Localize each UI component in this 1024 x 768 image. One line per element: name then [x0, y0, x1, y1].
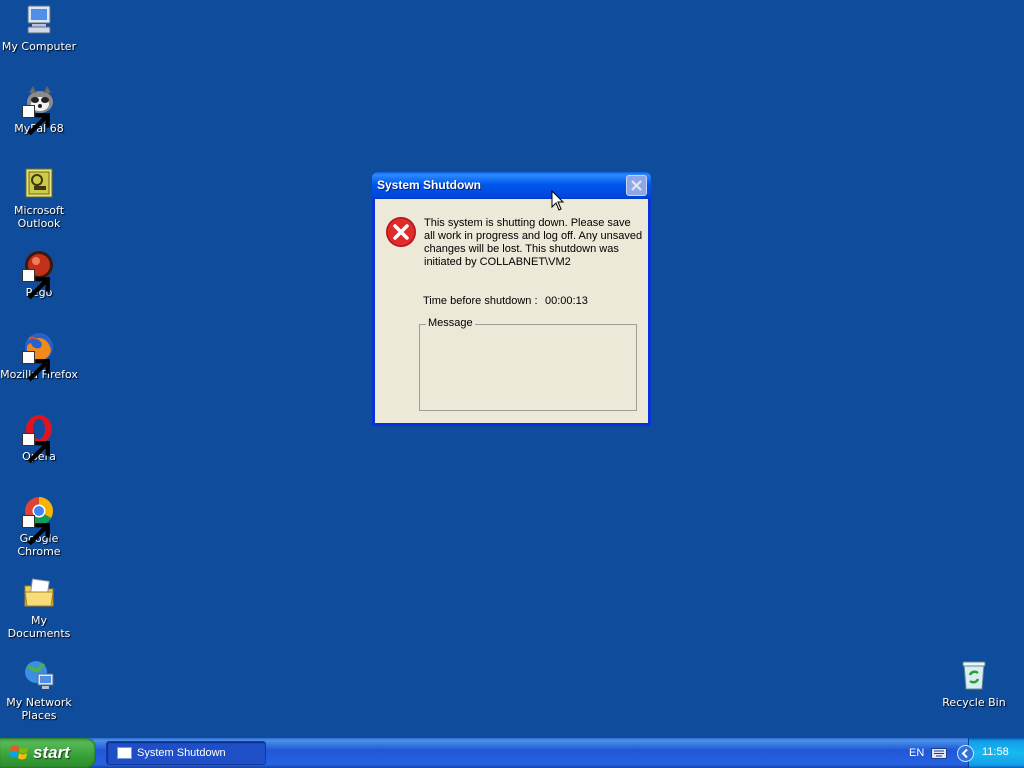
- desktop-icon-outlook[interactable]: Microsoft Outlook: [0, 166, 78, 230]
- pego-icon: [22, 248, 56, 300]
- desktop-icon-firefox[interactable]: Mozilla Firefox: [0, 330, 78, 382]
- dialog-title: System Shutdown: [377, 178, 482, 192]
- shortcut-arrow-icon: [22, 269, 50, 300]
- start-button[interactable]: start: [0, 738, 96, 768]
- time-value: 00:00:13: [545, 295, 588, 307]
- clock[interactable]: 11:58: [982, 746, 1009, 758]
- show-hidden-icons-icon[interactable]: [957, 745, 974, 762]
- message-group-label: Message: [426, 317, 475, 329]
- recycle-bin-icon: [957, 658, 991, 692]
- my-documents-icon: [22, 576, 56, 610]
- mypal-icon: [22, 84, 56, 136]
- start-label: start: [33, 743, 70, 762]
- keyboard-icon[interactable]: [931, 748, 947, 759]
- shortcut-arrow-icon: [22, 515, 50, 546]
- firefox-icon: [22, 330, 56, 382]
- desktop-icon-label: My Documents: [7, 614, 71, 640]
- desktop-icon-recycle-bin[interactable]: Recycle Bin: [935, 658, 1013, 709]
- desktop-icon-label: My Network Places: [6, 696, 72, 722]
- window-icon: [117, 747, 132, 759]
- shortcut-arrow-icon: [22, 433, 50, 464]
- language-indicator[interactable]: EN: [909, 747, 924, 759]
- taskbar: start System Shutdown EN 11:58: [0, 738, 1024, 768]
- system-shutdown-dialog: System Shutdown This system is shutting …: [372, 172, 651, 426]
- desktop-icon-chrome[interactable]: Google Chrome: [0, 494, 78, 558]
- time-before-shutdown: Time before shutdown : 00:00:13: [423, 295, 588, 307]
- taskbar-button-label: System Shutdown: [137, 747, 226, 759]
- desktop-icon-network-places[interactable]: My Network Places: [0, 658, 78, 722]
- opera-icon: [22, 412, 56, 464]
- message-groupbox: Message: [419, 317, 637, 411]
- windows-flag-icon: [10, 745, 28, 760]
- chrome-icon: [22, 494, 56, 546]
- shortcut-arrow-icon: [22, 351, 50, 382]
- shortcut-arrow-icon: [22, 105, 50, 136]
- desktop-icon-my-computer[interactable]: My Computer: [0, 2, 78, 53]
- desktop-icon-mypal[interactable]: MyPal 68: [0, 84, 78, 136]
- dialog-titlebar[interactable]: System Shutdown: [372, 172, 651, 199]
- close-icon: [631, 180, 642, 191]
- network-places-icon: [22, 658, 56, 692]
- close-button[interactable]: [626, 175, 647, 196]
- desktop-icon-label: My Computer: [1, 40, 77, 53]
- outlook-icon: [22, 166, 56, 200]
- taskbar-button-system-shutdown[interactable]: System Shutdown: [106, 741, 266, 765]
- time-label: Time before shutdown :: [423, 295, 538, 307]
- shutdown-message: This system is shutting down. Please sav…: [424, 217, 643, 268]
- error-icon: [386, 217, 416, 247]
- my-computer-icon: [22, 2, 56, 36]
- desktop-icon-label: Microsoft Outlook: [13, 204, 65, 230]
- desktop-icon-my-documents[interactable]: My Documents: [0, 576, 78, 640]
- desktop-icon-opera[interactable]: Opera: [0, 412, 78, 464]
- desktop-icon-pego[interactable]: Pego: [0, 248, 78, 300]
- desktop-icon-label: Recycle Bin: [942, 696, 1006, 709]
- mouse-cursor-icon: [551, 190, 565, 211]
